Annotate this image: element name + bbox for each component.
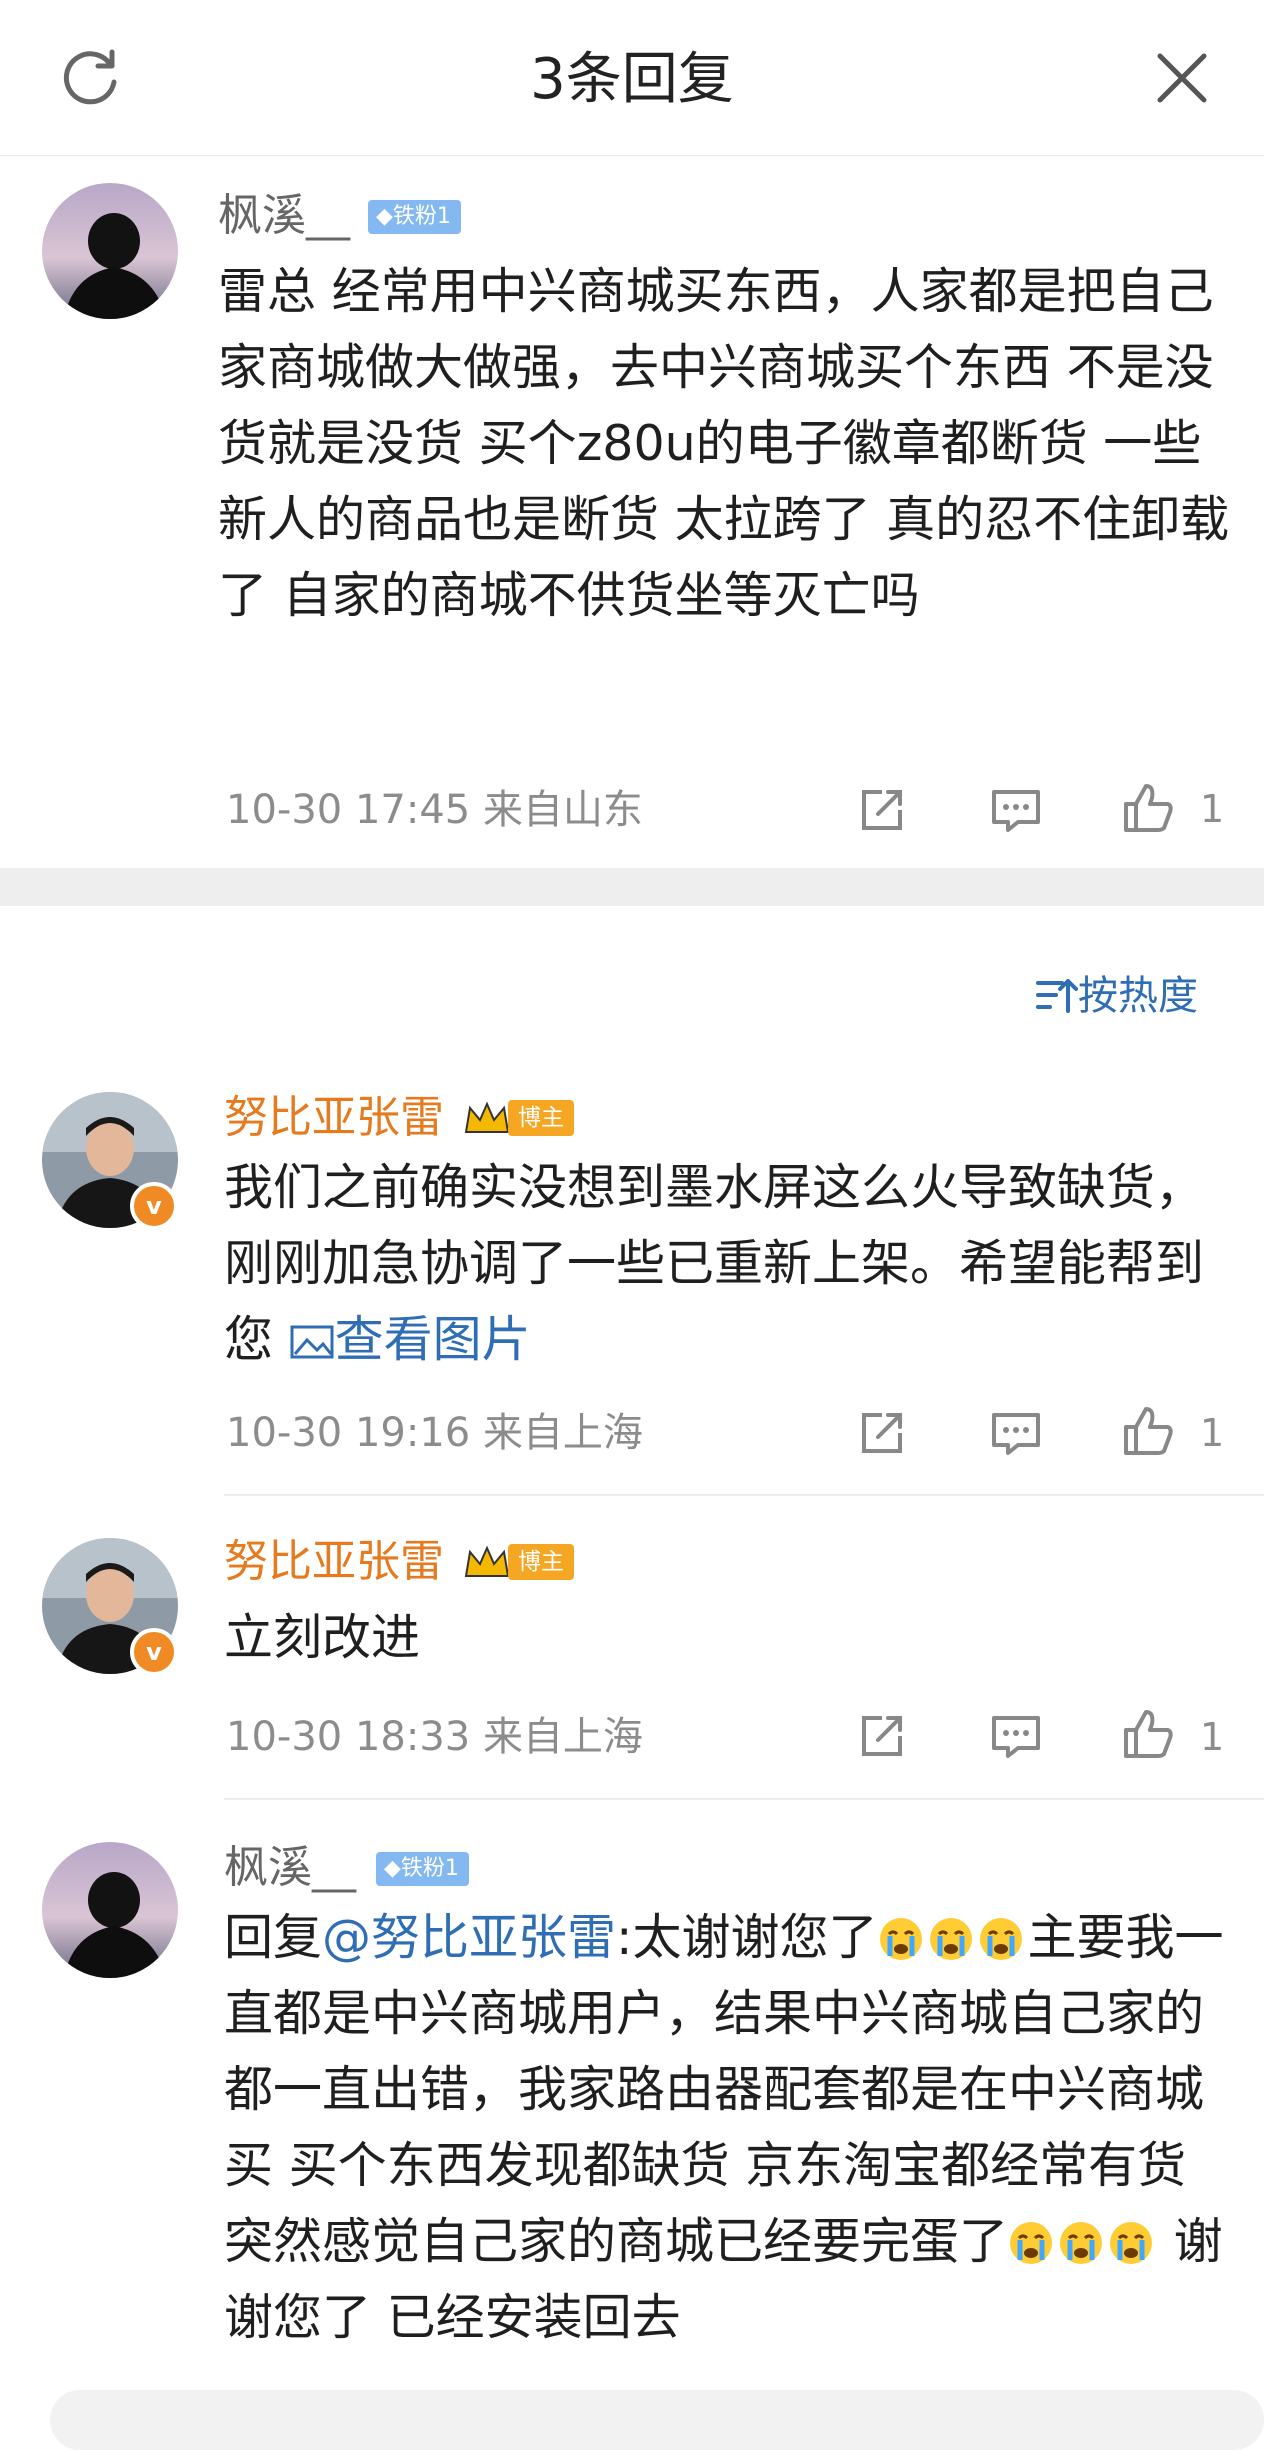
- username[interactable]: 努比亚张雷: [224, 1534, 444, 1590]
- diamond-icon: ◆: [384, 1856, 401, 1881]
- comment-icon[interactable]: [988, 782, 1044, 838]
- crying-emoji-icon: [979, 1918, 1022, 1960]
- crying-emoji-icon: [1110, 2222, 1153, 2264]
- reply-divider: [224, 1798, 1264, 1800]
- location: 来自山东: [482, 787, 643, 833]
- bottom-input-edge: [50, 2390, 1264, 2450]
- like-count: 1: [1200, 787, 1225, 831]
- reply-text: 我们之前确实没想到墨水屏这么火导致缺货，刚刚加急协调了一些已重新上架。希望能帮到…: [224, 1159, 1205, 1368]
- comment-icon[interactable]: [988, 1405, 1044, 1461]
- like-icon[interactable]: [1120, 1706, 1176, 1762]
- mention-link[interactable]: @努比亚张雷: [322, 1909, 616, 1966]
- sort-icon: [1036, 979, 1078, 1013]
- share-icon[interactable]: [854, 1405, 910, 1461]
- crying-emoji-icon: [879, 1918, 922, 1960]
- header-bar: 3条回复: [0, 0, 1264, 156]
- reply-meta: 10-30 19:16 来自上海: [226, 1408, 643, 1458]
- share-icon[interactable]: [854, 782, 910, 838]
- reply-text: 回复@努比亚张雷:太谢谢您了 主要我一直都是中兴商城用户，结果中兴商城自己家的都一…: [224, 1909, 1224, 2346]
- reply-divider: [224, 1494, 1264, 1496]
- like-icon[interactable]: [1120, 780, 1176, 836]
- image-icon: [290, 1325, 334, 1359]
- avatar[interactable]: [42, 1842, 178, 1978]
- comment-meta: 10-30 17:45 来自山东: [226, 785, 643, 835]
- crying-emoji-icon: [1060, 2222, 1103, 2264]
- username[interactable]: 努比亚张雷: [224, 1090, 444, 1146]
- timestamp: 10-30 17:45: [226, 787, 471, 833]
- fan-level-badge: ◆铁粉1: [376, 1852, 469, 1886]
- comment-text: 雷总 经常用中兴商城买东西，人家都是把自己家商城做大做强，去中兴商城买个东西 不…: [218, 263, 1230, 624]
- verified-badge: v: [130, 1628, 178, 1676]
- crying-emoji-icon: [929, 1918, 972, 1960]
- sort-by-heat-button[interactable]: 按热度: [1034, 968, 1198, 1024]
- location: 来自上海: [482, 1714, 643, 1760]
- timestamp: 10-30 18:33: [226, 1714, 471, 1760]
- blogger-badge: 博主: [508, 1544, 574, 1580]
- section-divider: [0, 868, 1264, 906]
- username[interactable]: 枫溪__: [218, 188, 350, 244]
- blogger-badge: 博主: [508, 1100, 574, 1136]
- like-icon[interactable]: [1120, 1403, 1176, 1459]
- location: 来自上海: [482, 1410, 643, 1456]
- like-count: 1: [1200, 1411, 1225, 1455]
- view-image-link[interactable]: 查看图片: [289, 1311, 531, 1368]
- timestamp: 10-30 19:16: [226, 1410, 471, 1456]
- close-icon[interactable]: [1150, 46, 1214, 110]
- like-count: 1: [1200, 1715, 1225, 1759]
- share-icon[interactable]: [854, 1708, 910, 1764]
- diamond-icon: ◆: [376, 204, 393, 229]
- crown-icon: [464, 1101, 510, 1133]
- username[interactable]: 枫溪__: [224, 1840, 356, 1896]
- reply-meta: 10-30 18:33 来自上海: [226, 1712, 643, 1762]
- crying-emoji-icon: [1010, 2222, 1053, 2264]
- reply-text: 立刻改进: [224, 1609, 421, 1666]
- verified-badge: v: [130, 1182, 178, 1230]
- crown-icon: [464, 1545, 510, 1577]
- page-title: 3条回复: [530, 47, 734, 112]
- comment-icon[interactable]: [988, 1708, 1044, 1764]
- avatar[interactable]: [42, 183, 178, 319]
- fan-level-badge: ◆铁粉1: [368, 200, 461, 234]
